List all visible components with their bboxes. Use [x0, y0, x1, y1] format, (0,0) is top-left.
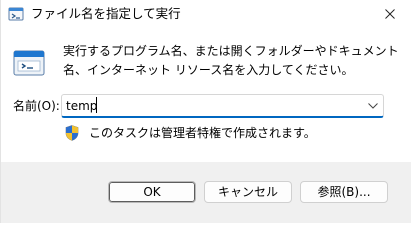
name-field-label: 名前(O): [13, 99, 60, 113]
admin-privilege-note: このタスクは管理者特権で作成されます。 [89, 126, 316, 140]
window-title: ファイル名を指定して実行 [31, 6, 181, 21]
title-bar[interactable]: ファイル名を指定して実行 [1, 0, 411, 30]
name-input[interactable] [66, 97, 356, 115]
run-program-icon [13, 47, 45, 79]
dialog-description: 実行するプログラム名、または開くフォルダーやドキュメント名、インターネット リソ… [63, 44, 399, 77]
text-caret [96, 97, 97, 113]
ok-button[interactable]: OK [108, 181, 196, 203]
close-button[interactable] [367, 0, 411, 30]
close-icon [384, 8, 395, 22]
name-combobox[interactable] [61, 94, 384, 118]
uac-shield-icon [65, 125, 79, 141]
run-dialog: ファイル名を指定して実行 実行するプログラム名、または開くフォルダーやドキュメン… [0, 0, 411, 223]
browse-button[interactable]: 参照(B)... [300, 181, 388, 203]
button-bar: OK キャンセル 参照(B)... [1, 162, 411, 223]
chevron-down-icon[interactable] [363, 95, 383, 117]
cancel-button[interactable]: キャンセル [204, 181, 292, 203]
run-dialog-icon [8, 6, 24, 22]
